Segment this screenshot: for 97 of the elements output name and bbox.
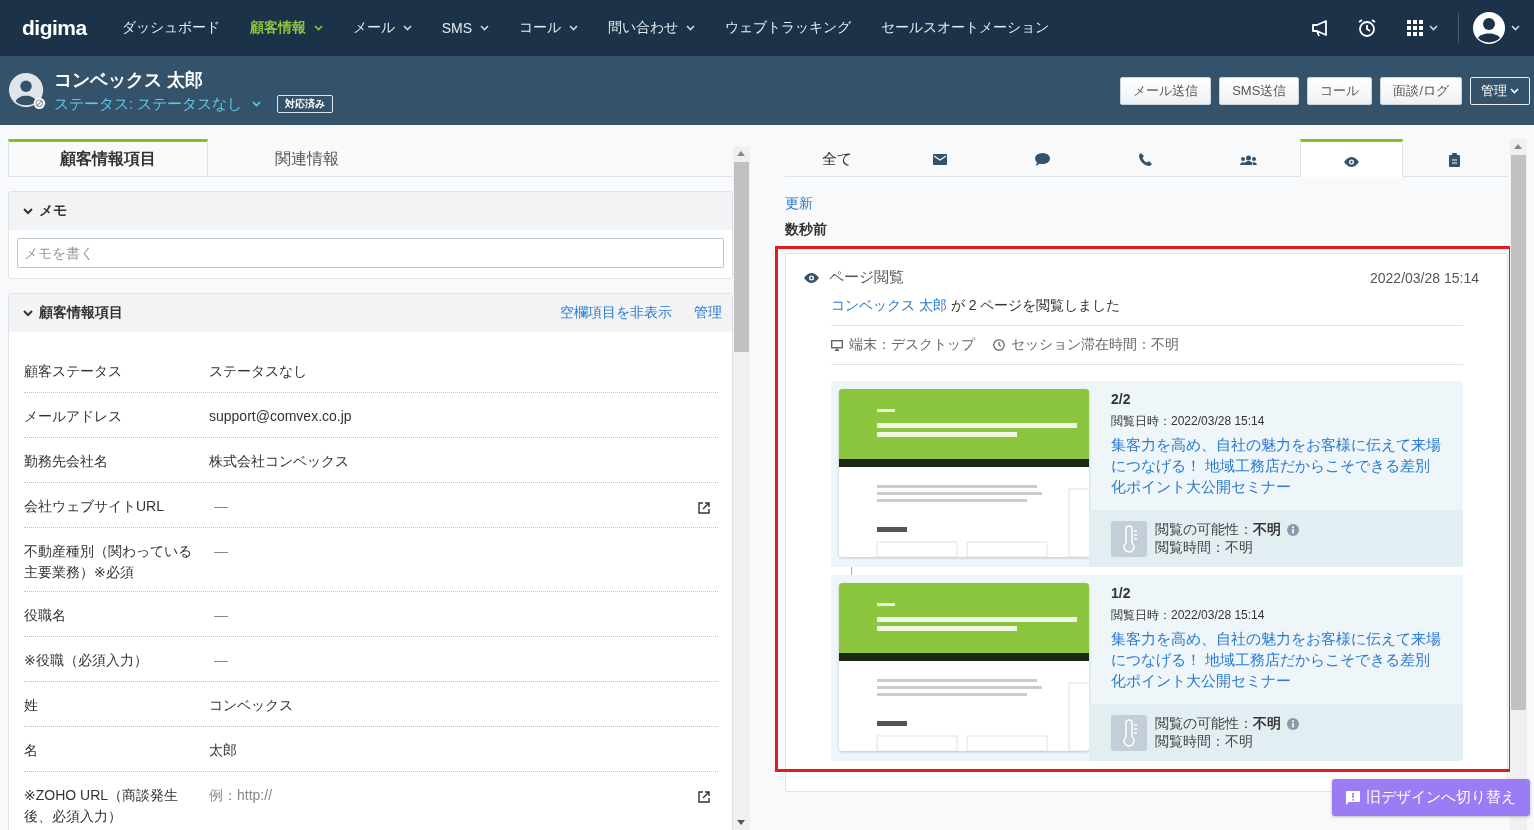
time-group-label: 数秒前 bbox=[785, 221, 828, 239]
people-icon bbox=[1240, 154, 1257, 165]
chevron-down-icon bbox=[1510, 87, 1519, 94]
tab[interactable]: 顧客情報項目 bbox=[8, 139, 208, 176]
field-label: 名 bbox=[24, 741, 39, 760]
chat-bubble-icon bbox=[1035, 153, 1050, 166]
field-label: ※ZOHO URL（商談発生後、必須入力） bbox=[24, 786, 180, 826]
chevron-down-icon[interactable] bbox=[23, 207, 33, 215]
customer-link[interactable]: コンベックス 太郎 bbox=[831, 297, 947, 313]
likelihood-text: 閲覧の可能性：不明 bbox=[1155, 520, 1281, 539]
digima-logo[interactable]: digima bbox=[22, 16, 87, 40]
chevron-down-icon bbox=[313, 25, 323, 31]
feedback-icon bbox=[1346, 790, 1360, 805]
header-link[interactable]: 空欄項目を非表示 bbox=[560, 304, 672, 322]
chevron-down-icon bbox=[1511, 25, 1520, 31]
activity-datetime: 2022/03/28 15:14 bbox=[1370, 269, 1479, 286]
field-value: 太郎 bbox=[209, 741, 238, 760]
field-value: 例：http:// bbox=[209, 786, 274, 805]
field-value: — bbox=[213, 542, 229, 561]
action-button[interactable]: 面談/ログ bbox=[1380, 76, 1462, 105]
device-text: 端末：デスクトップ bbox=[849, 336, 975, 354]
field-value: — bbox=[213, 497, 229, 516]
nav-item[interactable]: 顧客情報 bbox=[234, 19, 338, 37]
alarm-clock-icon[interactable] bbox=[1357, 18, 1377, 38]
grid-icon bbox=[1407, 20, 1423, 36]
chevron-down-icon bbox=[252, 101, 262, 107]
tab[interactable]: 全て bbox=[785, 139, 888, 173]
field-label: 会社ウェブサイトURL bbox=[24, 497, 165, 516]
page-counter: 1/2 bbox=[1111, 585, 1132, 601]
external-link-icon[interactable] bbox=[698, 791, 710, 803]
session-text: セッション滞在時間：不明 bbox=[1011, 336, 1179, 354]
action-button[interactable]: SMS送信 bbox=[1219, 76, 1300, 105]
header-link[interactable]: 管理 bbox=[694, 304, 722, 322]
field-label: メールアドレス bbox=[24, 407, 123, 426]
refresh-link[interactable]: 更新 bbox=[785, 195, 1508, 213]
field-value: support@comvex.co.jp bbox=[209, 407, 353, 426]
manage-menu-button[interactable]: 管理 bbox=[1470, 76, 1530, 105]
phone-icon bbox=[1139, 153, 1152, 166]
memo-field[interactable]: メモを書く bbox=[17, 238, 724, 268]
viewed-at: 閲覧日時：2022/03/28 15:14 bbox=[1111, 413, 1266, 430]
section-title: 顧客情報項目 bbox=[39, 304, 123, 322]
field-label: ※役職（必須入力） bbox=[24, 651, 149, 670]
monitor-icon bbox=[831, 339, 843, 351]
chevron-down-icon bbox=[1429, 25, 1438, 31]
thermometer-icon bbox=[1111, 520, 1147, 557]
clipboard-icon bbox=[1449, 152, 1460, 167]
view-duration: 閲覧時間：不明 bbox=[1155, 538, 1254, 557]
viewed-at: 閲覧日時：2022/03/28 15:14 bbox=[1111, 607, 1266, 624]
avatar-icon bbox=[1473, 12, 1505, 44]
nav-item[interactable]: SMS bbox=[426, 20, 505, 36]
apps-menu[interactable] bbox=[1407, 20, 1438, 36]
status-badge: 対応済み bbox=[277, 95, 334, 113]
likelihood-text: 閲覧の可能性：不明 bbox=[1155, 714, 1281, 733]
chevron-down-icon bbox=[686, 25, 696, 31]
eye-icon bbox=[1344, 156, 1359, 167]
action-button[interactable]: コール bbox=[1307, 76, 1373, 105]
nav-item[interactable]: セールスオートメーション bbox=[866, 19, 1065, 37]
field-label: 顧客ステータス bbox=[24, 362, 123, 381]
page-title-link[interactable]: 集客力を高め、自社の魅力をお客様に伝えて来場につなげる！ 地域工務店だからこそできる差別化ポイント大公開セミナー bbox=[1111, 628, 1443, 691]
field-value: 株式会社コンベックス bbox=[209, 452, 350, 471]
page-title-link[interactable]: 集客力を高め、自社の魅力をお客様に伝えて来場につなげる！ 地域工務店だからこそできる差別化ポイント大公開セミナー bbox=[1111, 434, 1443, 497]
memo-header[interactable]: メモ bbox=[9, 192, 732, 230]
activity-title: ページ閲覧 bbox=[829, 268, 904, 287]
nav-item[interactable]: コール bbox=[504, 19, 594, 37]
field-label: 勤務先会社名 bbox=[24, 452, 109, 471]
clock-icon bbox=[993, 339, 1005, 351]
field-label: 不動産種別（関わっている主要業務）※必須 bbox=[24, 542, 193, 582]
nav-item[interactable]: ウェブトラッキング bbox=[710, 19, 867, 37]
tab[interactable]: 関連情報 bbox=[208, 139, 406, 176]
field-value: — bbox=[213, 606, 229, 625]
eye-icon bbox=[804, 272, 819, 283]
avatar-icon bbox=[8, 71, 46, 110]
field-label: 姓 bbox=[24, 696, 39, 715]
customer-name: コンベックス 太郎 bbox=[54, 68, 204, 92]
mail-icon bbox=[932, 154, 947, 165]
field-value: ステータスなし bbox=[209, 362, 308, 381]
chevron-down-icon bbox=[480, 25, 490, 31]
status-dropdown[interactable]: ステータス: ステータスなし bbox=[54, 94, 262, 114]
chevron-down-icon[interactable] bbox=[23, 309, 33, 317]
scrollbar[interactable] bbox=[733, 146, 750, 830]
nav-item[interactable]: ダッシュボード bbox=[106, 19, 235, 37]
action-button[interactable]: メール送信 bbox=[1120, 76, 1212, 105]
external-link-icon[interactable] bbox=[698, 502, 710, 514]
section-title: メモ bbox=[39, 202, 67, 220]
chevron-down-icon bbox=[569, 25, 579, 31]
thermometer-icon bbox=[1111, 714, 1147, 751]
field-label: 役職名 bbox=[24, 606, 67, 625]
account-menu[interactable] bbox=[1473, 12, 1520, 44]
section-header[interactable]: 顧客情報項目 空欄項目を非表示 管理 bbox=[9, 294, 732, 332]
field-value: — bbox=[213, 651, 229, 670]
nav-item[interactable]: メール bbox=[337, 19, 427, 37]
field-value: コンベックス bbox=[209, 696, 294, 715]
nav-item[interactable]: 問い合わせ bbox=[593, 19, 711, 37]
activity-summary: コンベックス 太郎 が 2 ページを閲覧しました bbox=[831, 297, 1463, 326]
view-duration: 閲覧時間：不明 bbox=[1155, 732, 1254, 751]
chevron-down-icon bbox=[402, 25, 412, 31]
page-counter: 2/2 bbox=[1111, 391, 1132, 407]
